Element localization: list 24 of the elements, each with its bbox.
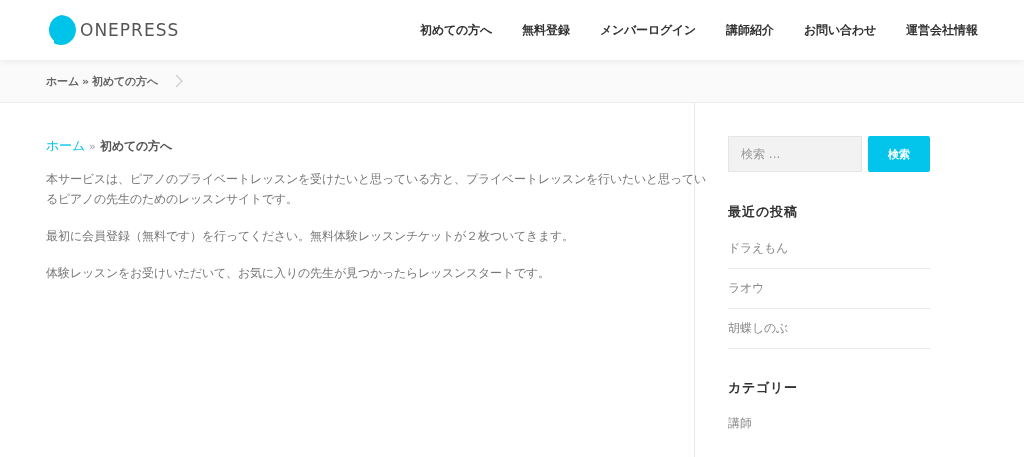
- search-field[interactable]: 検索 ...: [728, 136, 862, 172]
- nav-link[interactable]: お問い合わせ: [804, 21, 876, 39]
- breadcrumb-separator: »: [82, 74, 90, 88]
- paragraph: 最初に会員登録（無料です）を行ってください。無料体験レッスンチケットが２枚ついてきます。: [46, 228, 575, 245]
- breadcrumb-link[interactable]: ホーム: [46, 73, 79, 89]
- breadcrumb-link[interactable]: 初めての方へ: [92, 73, 159, 89]
- widget-title: カテゴリー: [728, 379, 799, 397]
- logo-text[interactable]: ONEPRESS: [80, 20, 180, 40]
- paragraph: 本サービスは、ピアノのプライベートレッスンを受けたいと思っている方と、プライベートレッスンを行いたいと思っているピアノの先生のためのレッスンサイトです。: [46, 171, 707, 208]
- nav-link[interactable]: 初めての方へ: [420, 21, 492, 39]
- post-link[interactable]: 胡蝶しのぶ: [728, 309, 930, 349]
- nav-link[interactable]: 講師紹介: [726, 21, 774, 39]
- widget-title: 最近の投稿: [728, 203, 799, 221]
- post-link[interactable]: ドラえもん: [728, 229, 930, 269]
- breadcrumb-separator: »: [89, 140, 96, 153]
- nav-link[interactable]: 無料登録: [522, 21, 570, 39]
- nav-link[interactable]: 運営会社情報: [906, 21, 978, 39]
- post-link[interactable]: ラオウ: [728, 269, 930, 309]
- breadcrumb-current: 初めての方へ: [99, 138, 172, 155]
- logo-icon: [46, 15, 76, 45]
- chevron-icon: [175, 74, 184, 88]
- paragraph: 体験レッスンをお受けいただいて、お気に入りの先生が見つかったらレッスンスタートです。: [46, 265, 551, 282]
- nav-link[interactable]: メンバーログイン: [600, 21, 696, 39]
- category-link[interactable]: 講師: [728, 415, 930, 432]
